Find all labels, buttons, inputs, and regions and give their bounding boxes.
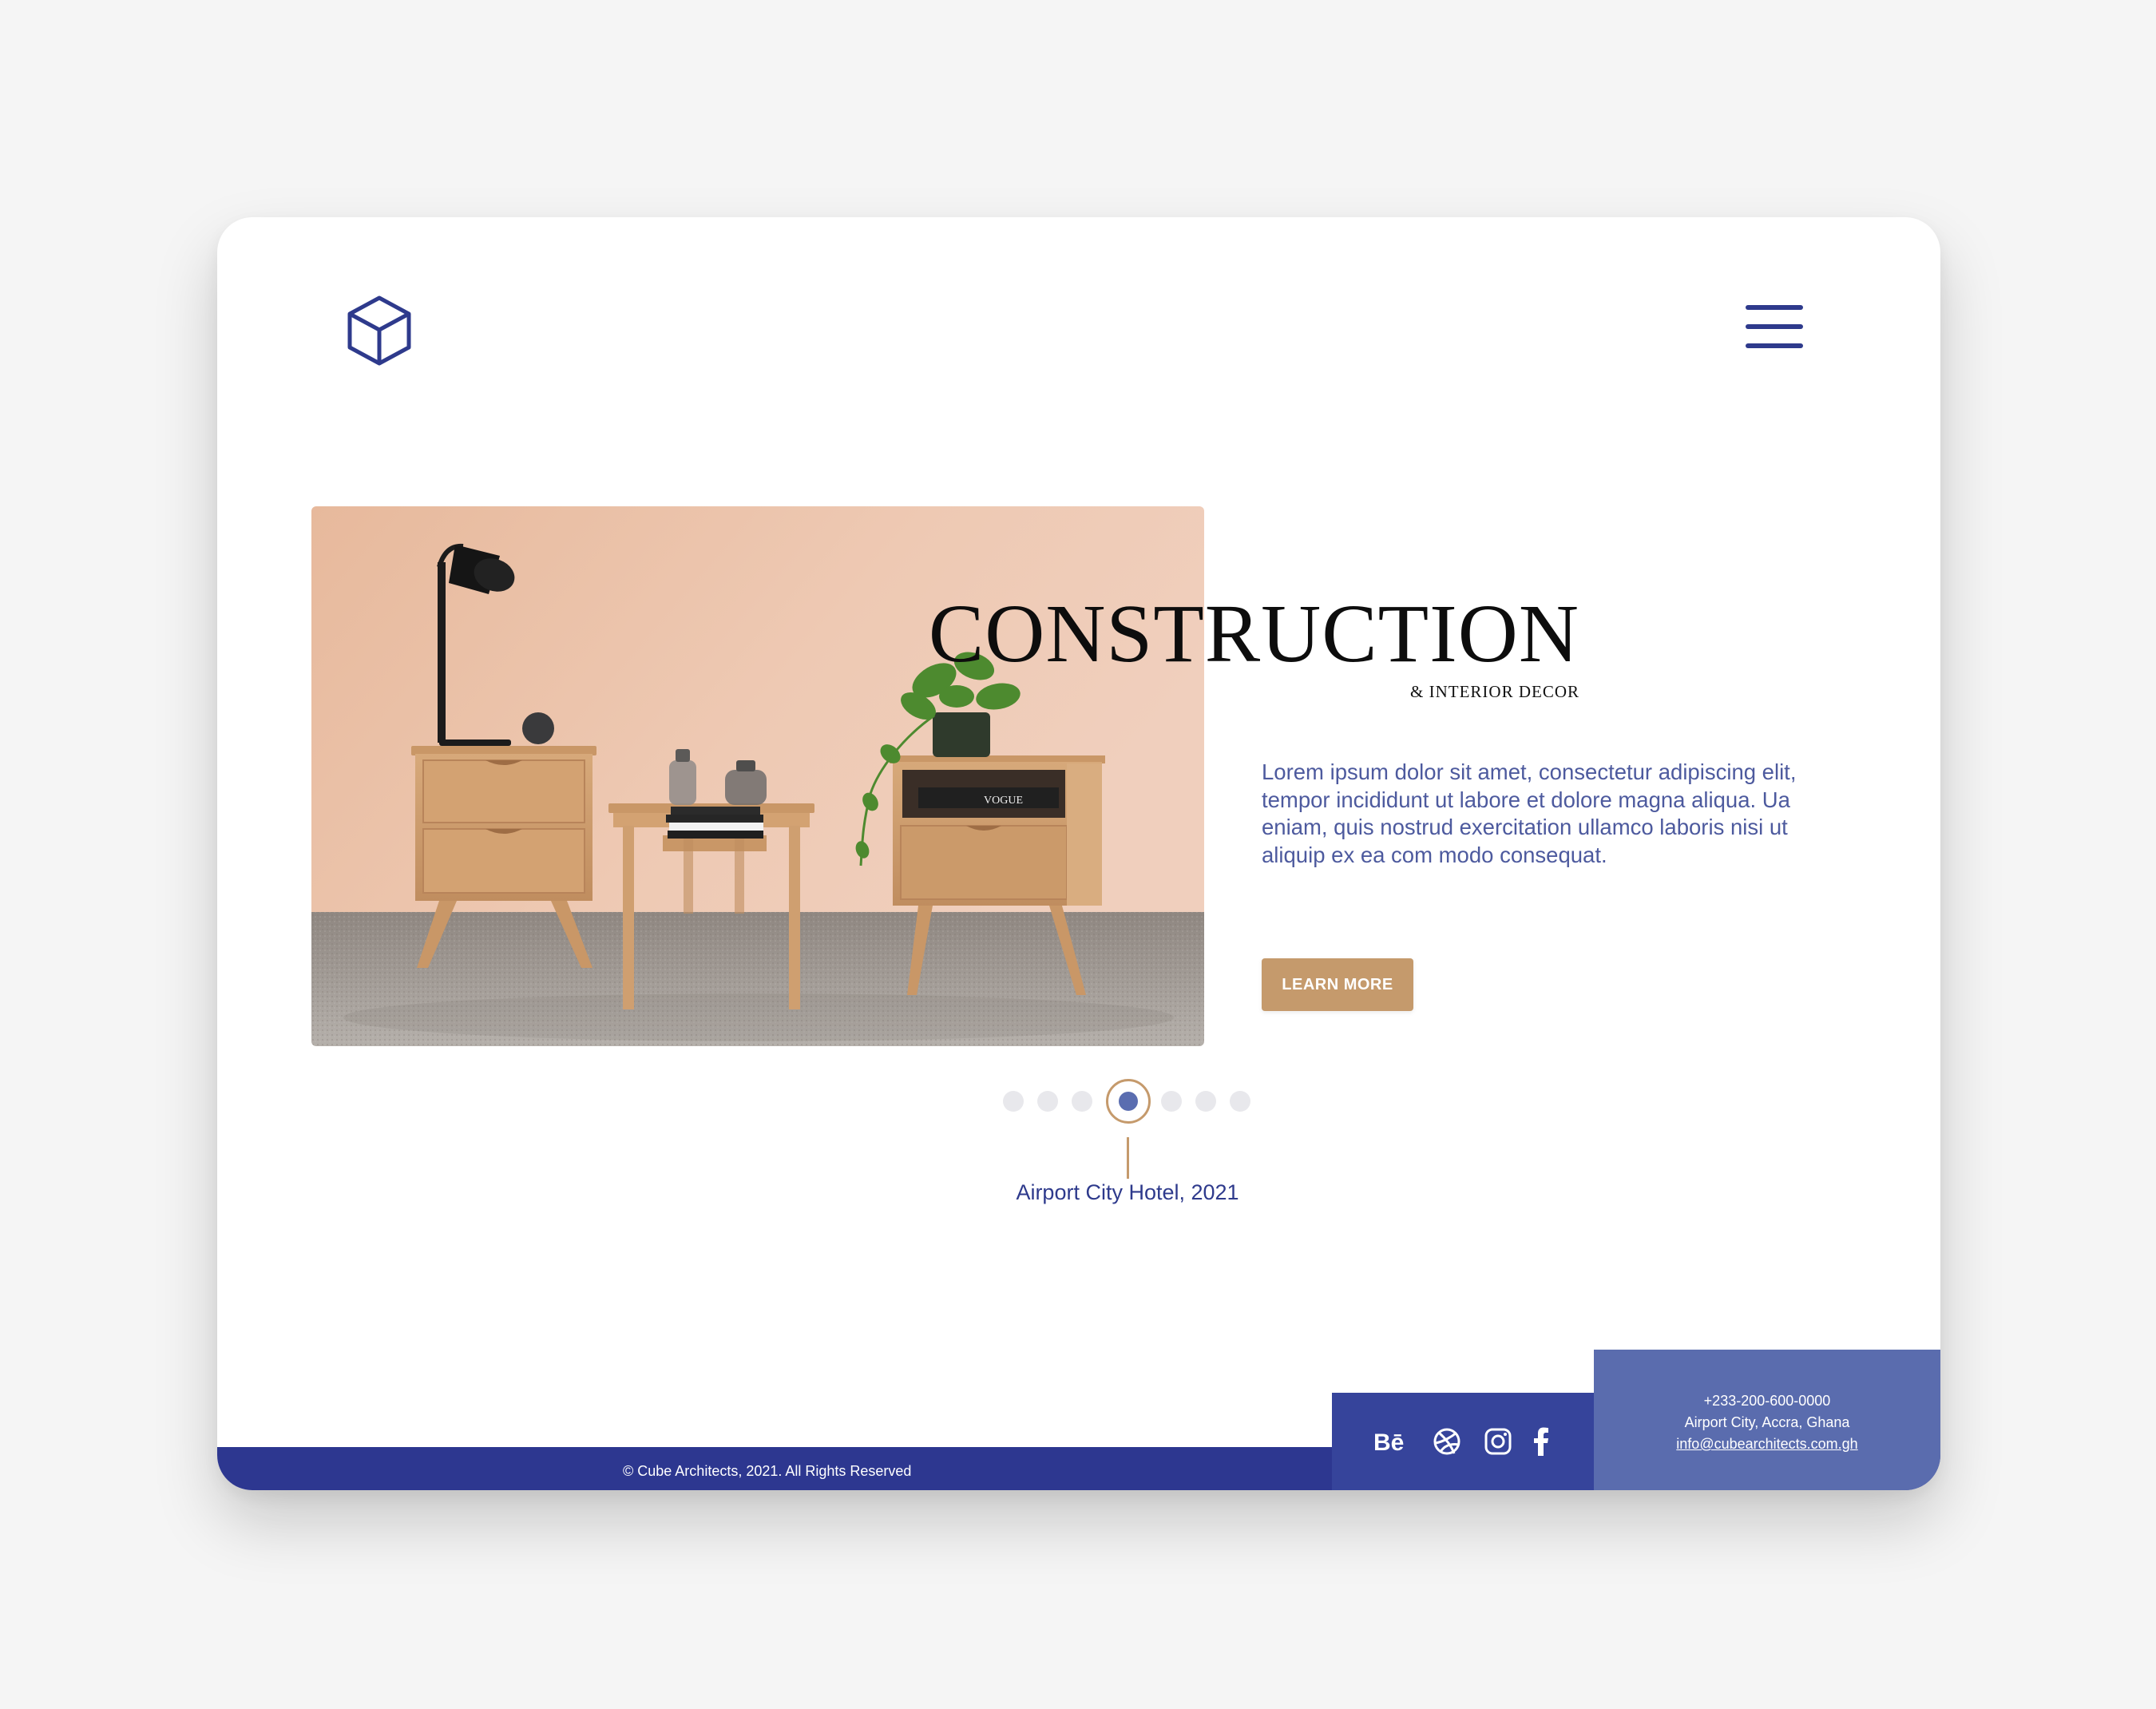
menu-line [1746,343,1803,348]
social-links: Bē [1332,1393,1595,1490]
hero-title: CONSTRUCTION [928,588,1579,680]
facebook-icon[interactable] [1532,1427,1551,1456]
dribbble-icon[interactable] [1433,1427,1461,1456]
hamburger-menu-icon[interactable] [1746,305,1803,351]
cube-logo-icon[interactable] [345,294,414,367]
landing-card: VOGUE CONSTRUCTION & INTERIOR DECOR Lore… [217,217,1940,1490]
slider-dot[interactable] [1003,1091,1024,1112]
behance-icon[interactable]: Bē [1373,1427,1409,1456]
vogue-book-label: VOGUE [984,795,1023,807]
contact-email-link[interactable]: info@cubearchitects.com.gh [1594,1436,1940,1453]
copyright-text: © Cube Architects, 2021. All Rights Rese… [623,1463,912,1479]
svg-text:Bē: Bē [1373,1429,1404,1456]
learn-more-button[interactable]: LEARN MORE [1262,958,1413,1011]
menu-line [1746,324,1803,329]
slider-dot[interactable] [1230,1091,1250,1112]
hero-subtitle: & INTERIOR DECOR [1410,682,1579,701]
hero-description: Lorem ipsum dolor sit amet, consectetur … [1262,759,1797,867]
slider-dot[interactable] [1072,1091,1092,1112]
instagram-icon[interactable] [1484,1427,1512,1456]
contact-address: Airport City, Accra, Ghana [1684,1414,1850,1430]
slider-dot-active[interactable] [1106,1079,1151,1124]
menu-line [1746,305,1803,310]
caption-connector [1127,1137,1129,1179]
slide-caption: Airport City Hotel, 2021 [1016,1180,1239,1204]
contact-info: +233-200-600-0000 Airport City, Accra, G… [1594,1350,1940,1490]
contact-phone: +233-200-600-0000 [1703,1393,1831,1409]
slider-dot[interactable] [1037,1091,1058,1112]
slider-dot[interactable] [1161,1091,1182,1112]
slider-dot[interactable] [1195,1091,1216,1112]
